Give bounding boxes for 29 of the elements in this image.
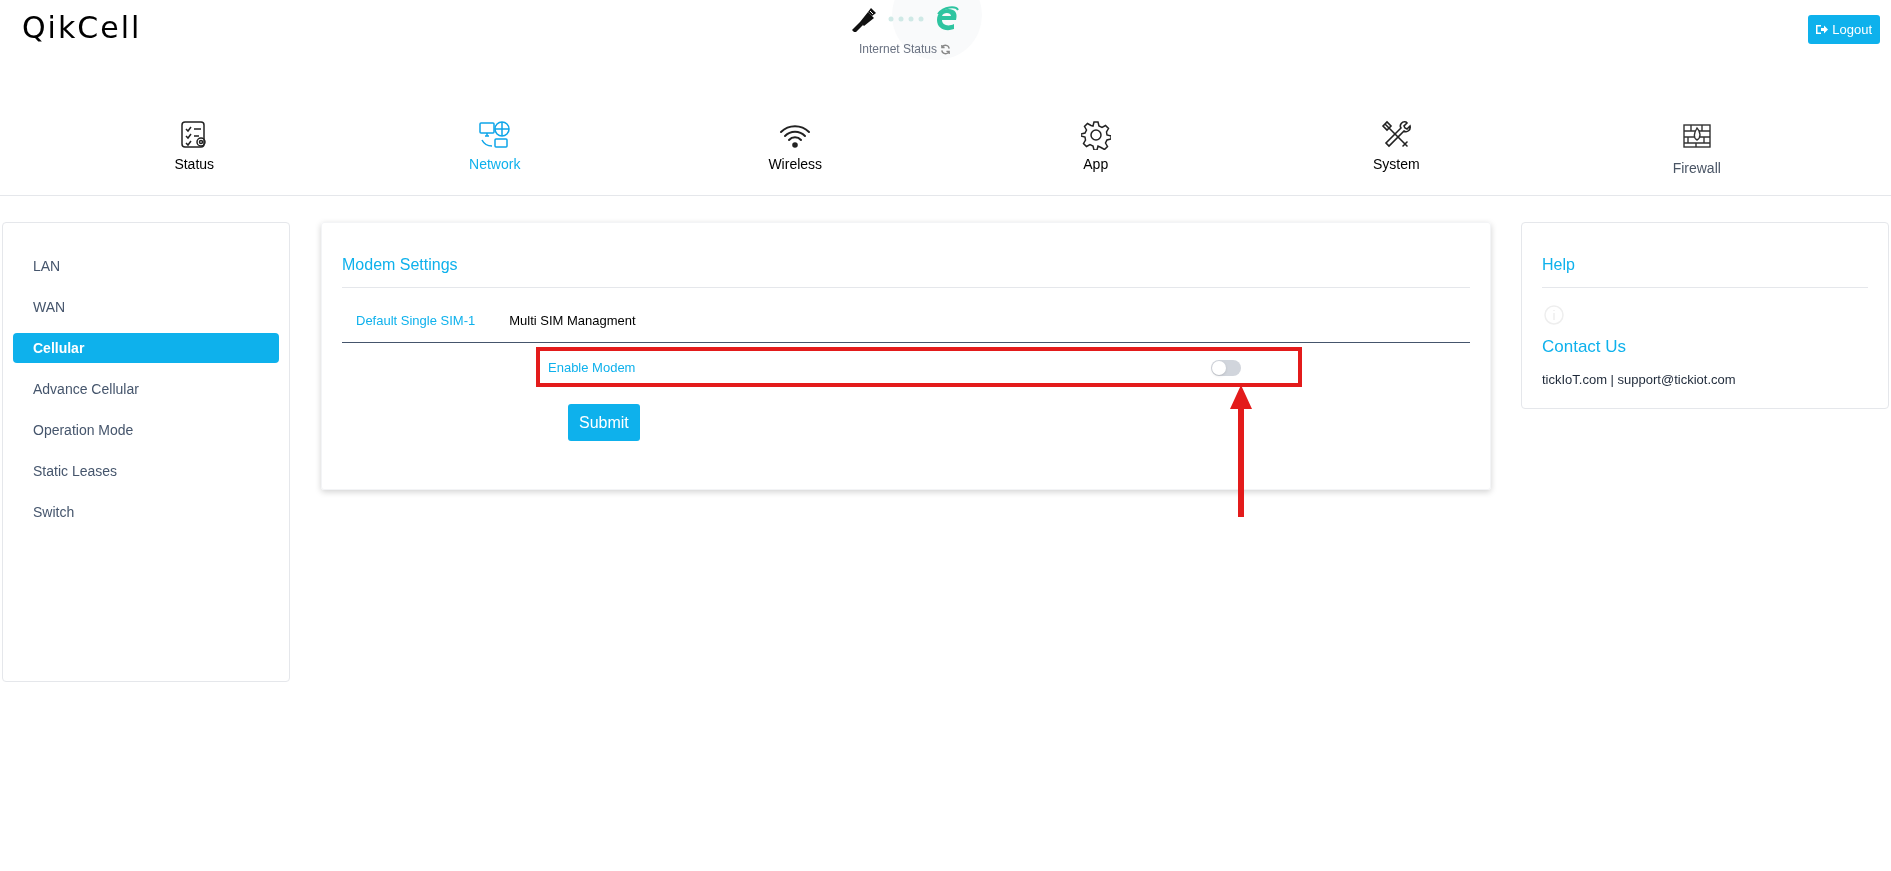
card-title: Modem Settings bbox=[342, 253, 1470, 288]
network-icon bbox=[477, 120, 512, 150]
tools-icon bbox=[1381, 120, 1412, 150]
contact-title: Contact Us bbox=[1542, 336, 1628, 358]
contact-text: tickIoT.com | support@tickiot.com bbox=[1542, 370, 1737, 389]
refresh-icon[interactable] bbox=[940, 43, 951, 55]
sidebar-item[interactable]: Switch bbox=[13, 497, 279, 527]
ethernet-plug-icon bbox=[850, 6, 878, 32]
logo: QikCell bbox=[22, 10, 142, 46]
nav-tab[interactable]: Wireless bbox=[645, 120, 946, 179]
sidebar-item[interactable]: WAN bbox=[13, 292, 279, 322]
toggle-switch[interactable] bbox=[1211, 360, 1241, 376]
sidebar-item[interactable]: LAN bbox=[13, 251, 279, 281]
gear-icon bbox=[1080, 120, 1111, 150]
nav-tab[interactable]: Status bbox=[44, 120, 345, 179]
browser-e-icon bbox=[934, 6, 960, 32]
sidebar-item[interactable]: Static Leases bbox=[13, 456, 279, 486]
internet-status-label: Internet Status bbox=[858, 41, 937, 58]
tab[interactable]: Multi SIM Managment bbox=[509, 300, 636, 342]
nav-tab[interactable]: System bbox=[1246, 120, 1547, 179]
sign-out-icon bbox=[1816, 24, 1829, 35]
wifi-icon bbox=[779, 122, 812, 150]
sidebar-item[interactable]: Operation Mode bbox=[13, 415, 279, 445]
nav-tab[interactable]: Firewall bbox=[1546, 120, 1847, 179]
help-title: Help bbox=[1542, 253, 1868, 288]
firewall-icon bbox=[1681, 122, 1712, 150]
nav-tab[interactable]: App bbox=[945, 120, 1246, 179]
sidebar-item[interactable]: Advance Cellular bbox=[13, 374, 279, 404]
field-label: Enable Modem bbox=[548, 359, 637, 378]
